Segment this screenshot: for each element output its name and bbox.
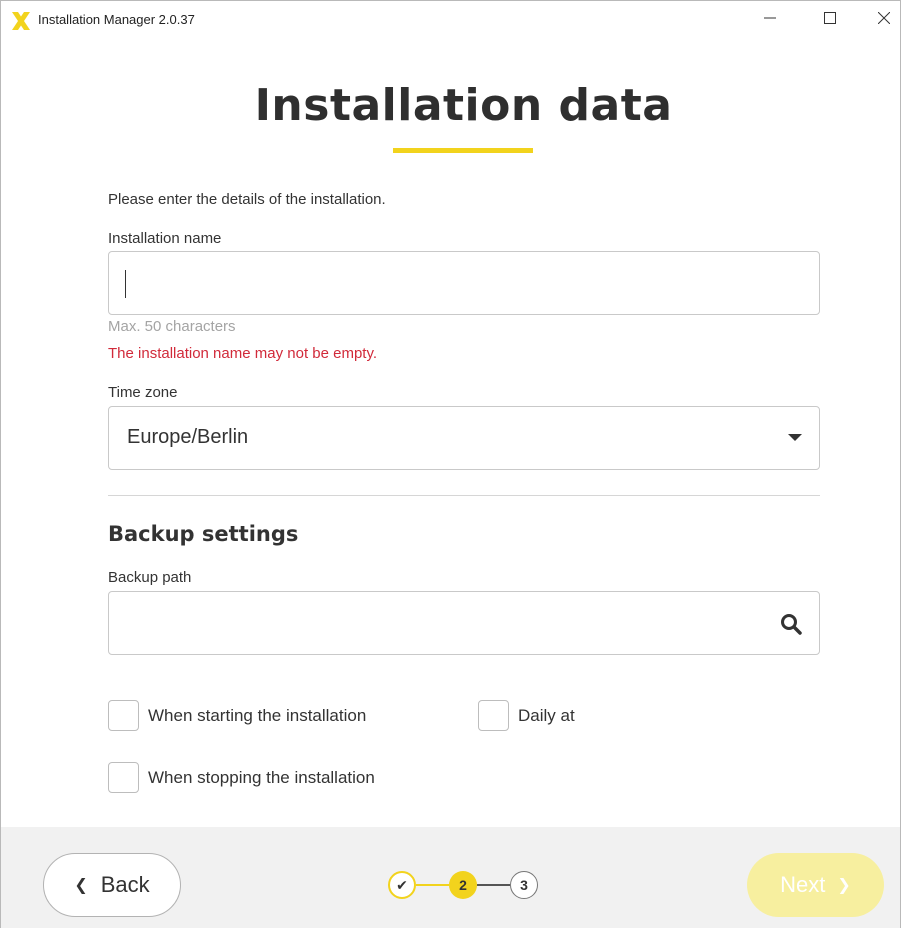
step-1-done: ✔ xyxy=(388,871,416,899)
installation-manager-window: Installation Manager 2.0.37 Installation… xyxy=(0,0,901,928)
step-connector xyxy=(477,884,510,886)
dropdown-arrow-icon xyxy=(788,434,802,441)
backup-on-stop-option[interactable]: When stopping the installation xyxy=(108,762,375,793)
backup-on-start-option[interactable]: When starting the installation xyxy=(108,700,366,731)
installation-name-input[interactable] xyxy=(108,251,820,315)
backup-on-stop-label: When stopping the installation xyxy=(148,767,375,787)
chevron-left-icon: ❮ xyxy=(74,877,88,894)
app-logo-icon xyxy=(12,12,30,30)
maximize-icon xyxy=(824,12,836,24)
back-button[interactable]: ❮ Back xyxy=(43,853,181,917)
time-zone-select[interactable]: Europe/Berlin xyxy=(108,406,820,470)
time-zone-value: Europe/Berlin xyxy=(127,426,249,448)
step-3-upcoming: 3 xyxy=(510,871,538,899)
step-3-label: 3 xyxy=(520,877,528,893)
backup-on-start-label: When starting the installation xyxy=(148,705,367,725)
next-button-label: Next xyxy=(780,872,826,897)
backup-daily-checkbox[interactable] xyxy=(478,700,509,731)
title-underline xyxy=(393,148,533,153)
step-2-label: 2 xyxy=(459,877,467,893)
backup-on-stop-checkbox[interactable] xyxy=(108,762,139,793)
chevron-right-icon: ❯ xyxy=(837,877,851,894)
backup-path-label: Backup path xyxy=(108,569,192,586)
installation-name-error: The installation name may not be empty. xyxy=(108,345,378,362)
close-icon xyxy=(878,12,890,24)
wizard-footer: ❮ Back ✔ 2 3 Next ❯ xyxy=(1,827,900,928)
title-bar: Installation Manager 2.0.37 xyxy=(1,1,900,35)
page-title: Installation data xyxy=(254,80,673,131)
maximize-button[interactable] xyxy=(807,1,853,35)
window-title: Installation Manager 2.0.37 xyxy=(38,12,195,27)
intro-text: Please enter the details of the installa… xyxy=(108,191,386,208)
step-connector xyxy=(416,884,449,886)
minimize-button[interactable] xyxy=(747,1,793,35)
installation-name-hint: Max. 50 characters xyxy=(108,318,236,335)
backup-on-start-checkbox[interactable] xyxy=(108,700,139,731)
backup-daily-label: Daily at xyxy=(518,705,575,725)
close-button[interactable] xyxy=(861,1,901,35)
backup-daily-option[interactable]: Daily at xyxy=(478,700,575,731)
time-zone-label: Time zone xyxy=(108,384,178,401)
backup-path-input[interactable] xyxy=(108,591,820,655)
search-icon[interactable] xyxy=(779,612,803,636)
checkmark-icon: ✔ xyxy=(396,876,408,893)
back-button-label: Back xyxy=(100,872,150,897)
installation-name-label: Installation name xyxy=(108,230,222,247)
minimize-icon xyxy=(764,17,776,19)
text-caret xyxy=(125,270,126,298)
step-indicator: ✔ 2 3 xyxy=(388,871,542,901)
backup-settings-heading: Backup settings xyxy=(108,522,299,546)
section-divider xyxy=(108,495,820,496)
step-2-current: 2 xyxy=(449,871,477,899)
next-button[interactable]: Next ❯ xyxy=(747,853,884,917)
